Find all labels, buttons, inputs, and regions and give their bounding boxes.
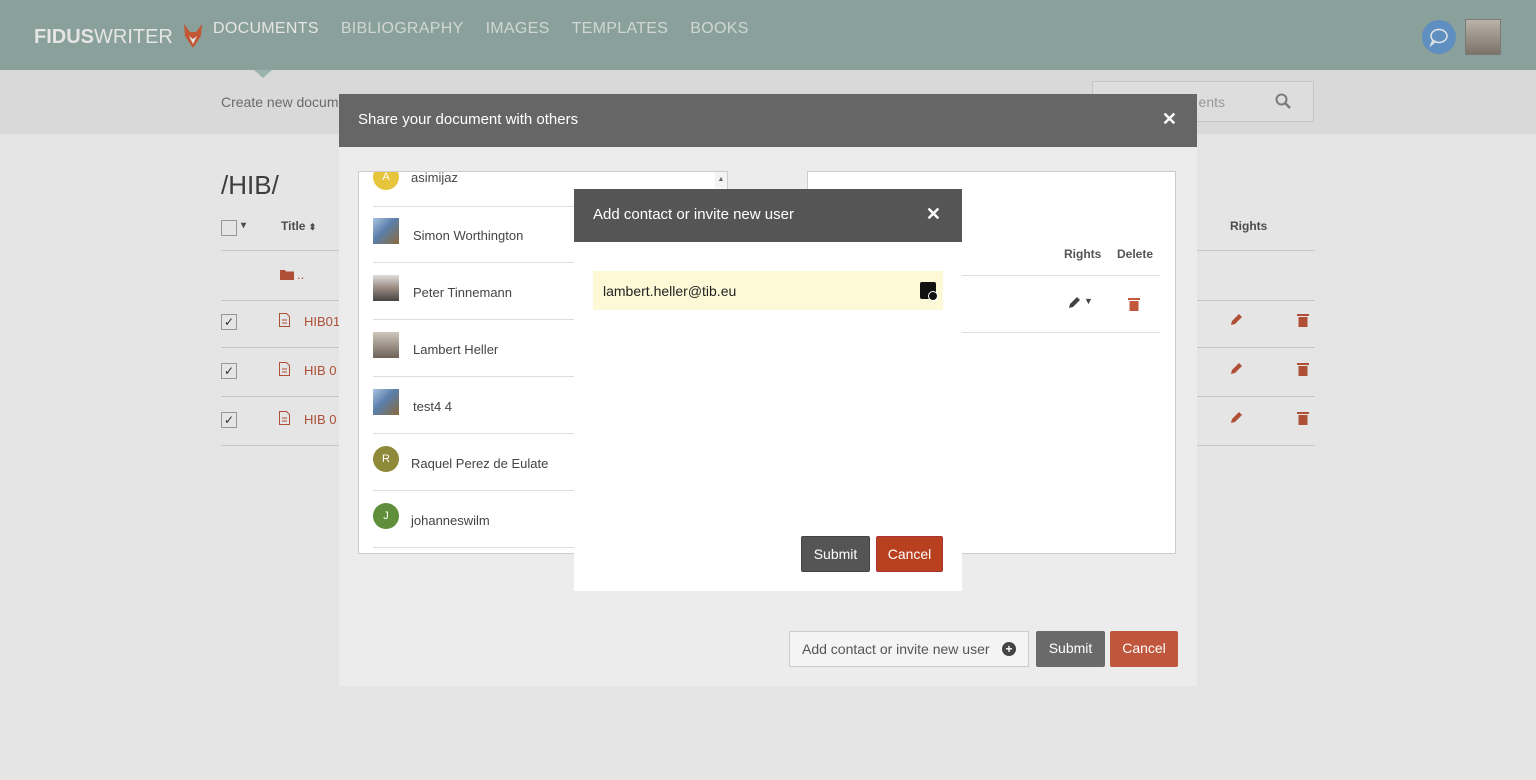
rights-dropdown[interactable]: ▼ (1067, 296, 1095, 312)
add-contact-button[interactable]: Add contact or invite new user + (789, 631, 1029, 667)
chevron-down-icon: ▼ (1084, 296, 1093, 306)
contact-name: asimijaz (411, 171, 458, 185)
password-manager-icon[interactable] (920, 282, 938, 301)
pencil-icon (1069, 297, 1080, 308)
dialog-title: Add contact or invite new user (593, 206, 794, 223)
plus-circle-icon: + (1002, 642, 1016, 656)
submit-button[interactable]: Submit (801, 536, 870, 572)
contact-name: Lambert Heller (413, 342, 499, 357)
add-contact-dialog: Add contact or invite new user ✕ Submit … (574, 189, 962, 591)
close-icon[interactable]: ✕ (1162, 109, 1177, 130)
cancel-button[interactable]: Cancel (876, 536, 943, 572)
contact-name: johanneswilm (411, 513, 490, 528)
column-rights: Rights (1064, 247, 1102, 261)
avatar (373, 332, 399, 358)
avatar (373, 389, 399, 415)
contact-name: Peter Tinnemann (413, 285, 513, 300)
dialog-title: Share your document with others (358, 111, 579, 128)
contact-name: Simon Worthington (413, 228, 524, 243)
avatar (373, 218, 399, 244)
avatar: A (373, 172, 399, 190)
column-delete: Delete (1117, 247, 1154, 261)
cancel-button[interactable]: Cancel (1110, 631, 1178, 667)
contact-name: Raquel Perez de Eulate (411, 456, 549, 471)
add-contact-label: Add contact or invite new user (802, 641, 990, 657)
avatar (373, 275, 399, 301)
submit-button[interactable]: Submit (1036, 631, 1105, 667)
scrollbar-up-arrow[interactable]: ▲ (715, 172, 727, 188)
avatar: J (373, 503, 399, 529)
active-nav-indicator (254, 70, 272, 78)
close-icon[interactable]: ✕ (926, 204, 941, 225)
email-field[interactable] (593, 271, 943, 310)
dialog-header: Share your document with others ✕ (339, 94, 1197, 147)
dialog-header: Add contact or invite new user ✕ (574, 189, 962, 242)
avatar: R (373, 446, 399, 472)
trash-icon[interactable] (1128, 297, 1140, 311)
contact-name: test4 4 (413, 399, 453, 414)
